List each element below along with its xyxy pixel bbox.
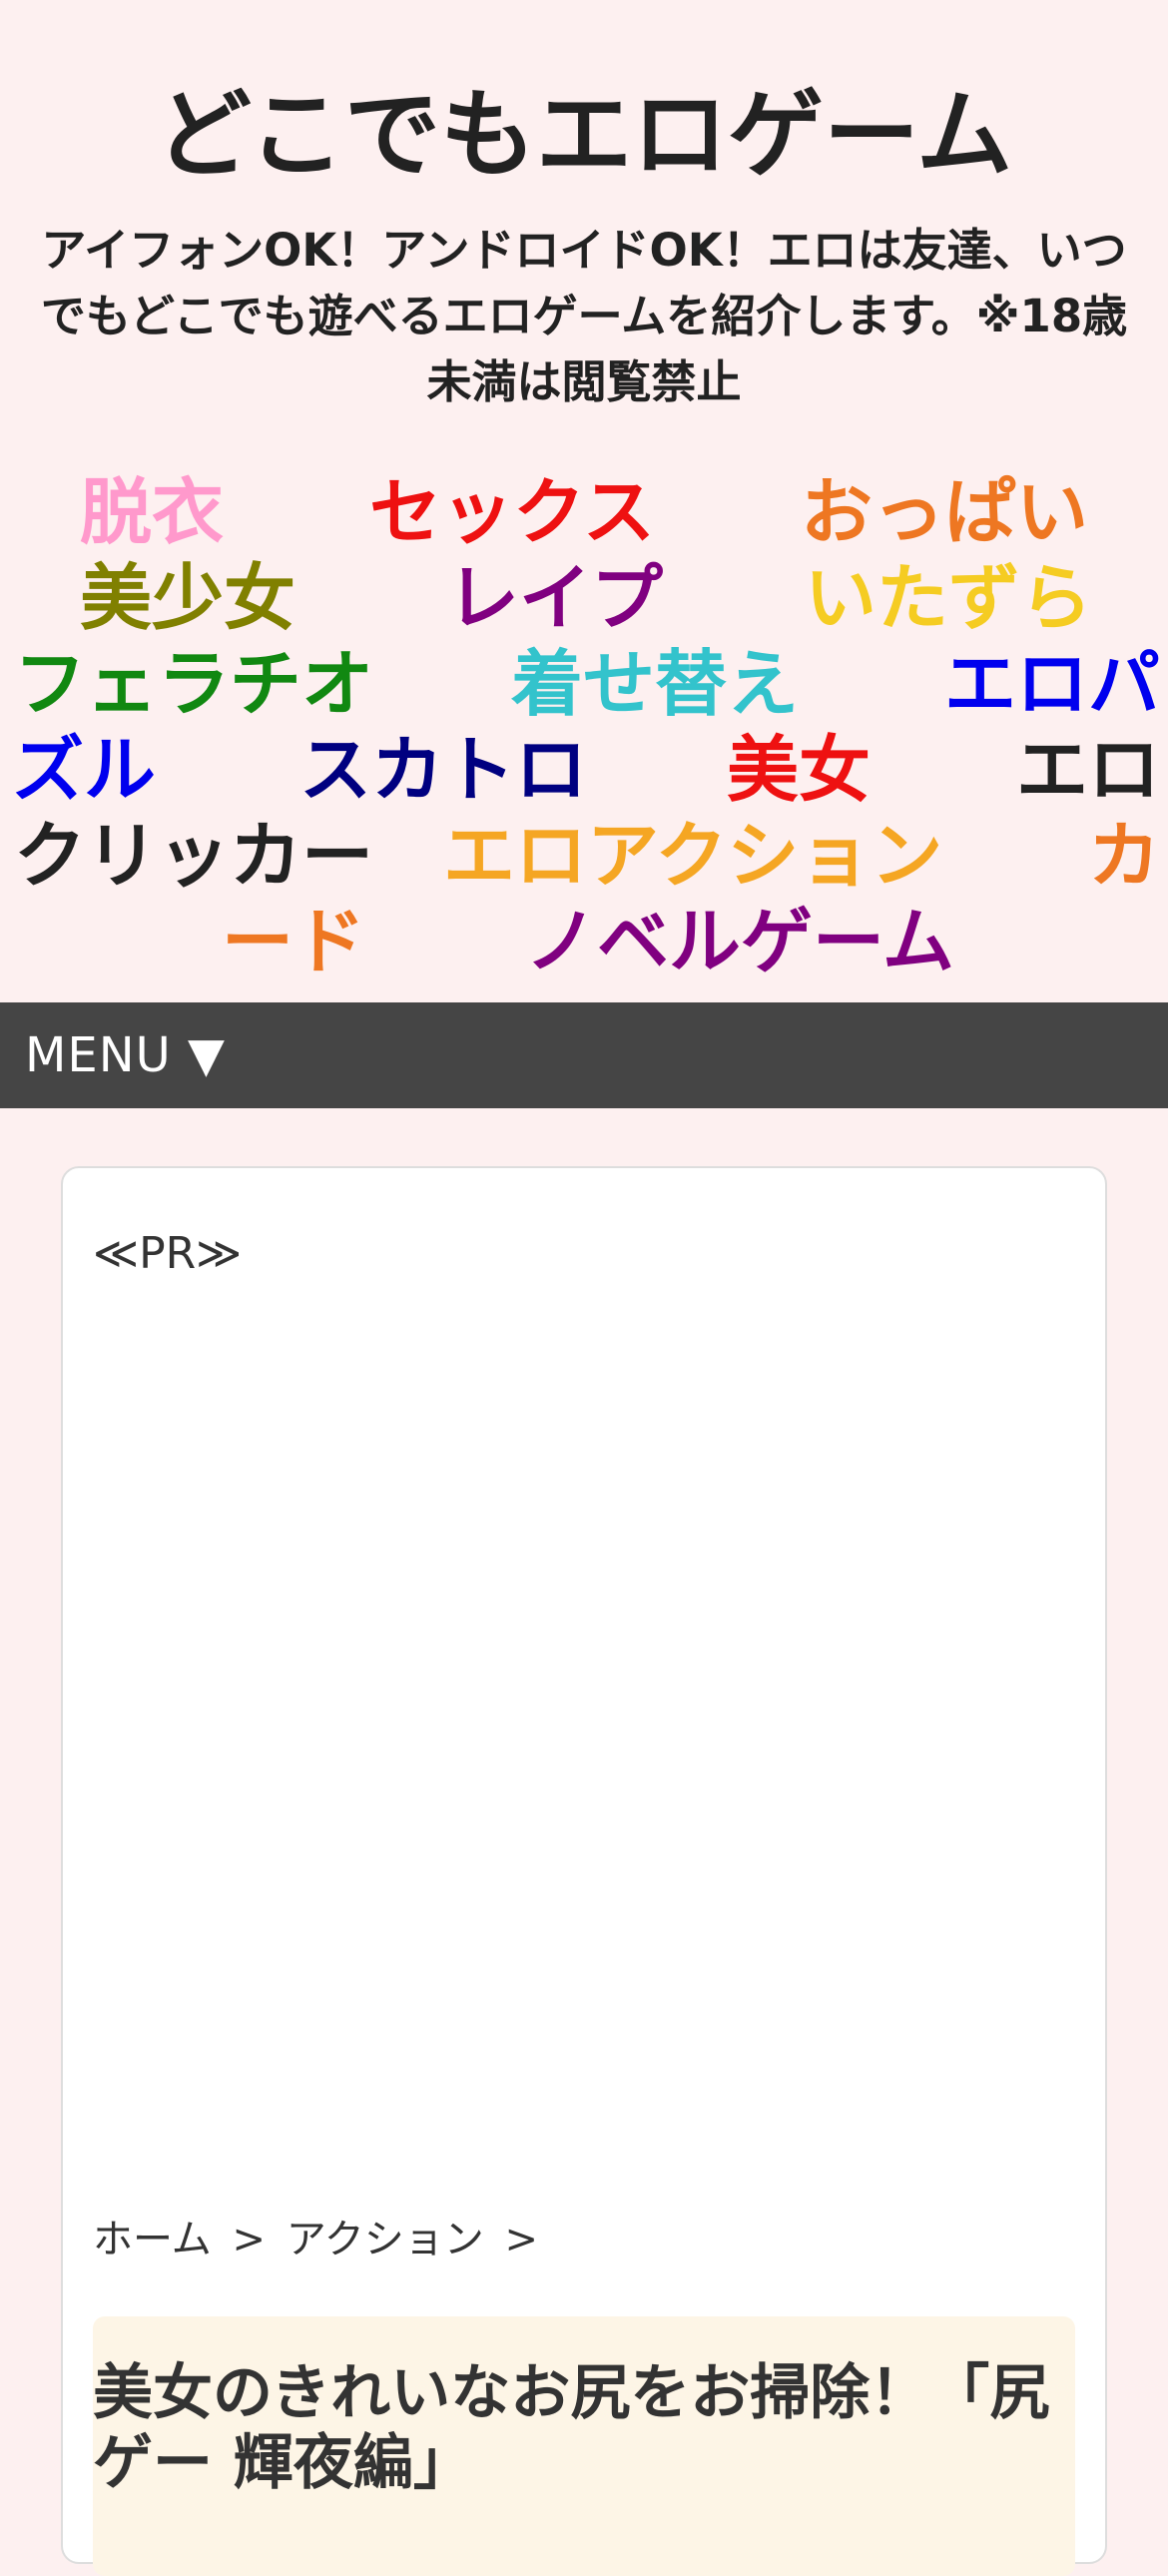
post-title-box: 美女のきれいなお尻をお掃除！「尻 ゲー 輝夜編」 bbox=[93, 2316, 1075, 2576]
tag-link[interactable]: ズル bbox=[12, 727, 156, 813]
tag-link[interactable]: クリッカー bbox=[14, 813, 373, 899]
tag-link[interactable]: エロ bbox=[1016, 727, 1160, 813]
post-title-line: 美女のきれいなお尻をお掃除！「尻 bbox=[93, 2358, 1050, 2428]
site-description-line: 未満は閲覧禁止 bbox=[426, 355, 742, 408]
post-title-line: ゲー 輝夜編」 bbox=[93, 2428, 473, 2498]
tag-link[interactable]: 美少女 bbox=[80, 555, 295, 641]
tag-link[interactable]: 美女 bbox=[727, 727, 871, 813]
site-description-line: アイフォンOK！アンドロイドOK！エロは友達、いつ bbox=[41, 224, 1127, 277]
tag-link[interactable]: フェラチオ bbox=[14, 641, 373, 727]
tag-link[interactable]: 脱衣 bbox=[80, 469, 224, 555]
tag-link[interactable]: ノベルゲーム bbox=[525, 899, 954, 984]
site-description-line: でもどこでも遊べるエロゲームを紹介します。※18歳 bbox=[40, 290, 1128, 342]
breadcrumb: ホーム > アクション > bbox=[93, 2207, 546, 2264]
tag-link[interactable]: セックス bbox=[369, 469, 655, 555]
tag-link[interactable]: ード bbox=[222, 899, 365, 984]
site-title[interactable]: どこでもエロゲーム bbox=[0, 70, 1168, 200]
site-description: アイフォンOK！アンドロイドOK！エロは友達、いつ でもどこでも遊べるエロゲーム… bbox=[0, 218, 1168, 415]
tag-link[interactable]: カ bbox=[1088, 813, 1160, 899]
tag-link[interactable]: 着せ替え bbox=[511, 641, 799, 727]
breadcrumb-separator: > bbox=[232, 2217, 267, 2262]
tag-link[interactable]: いたずら bbox=[805, 555, 1092, 641]
tag-link[interactable]: エロアクション bbox=[443, 813, 942, 899]
breadcrumb-separator: > bbox=[504, 2217, 538, 2262]
tag-link[interactable]: エロパ bbox=[944, 641, 1160, 727]
tag-link[interactable]: レイプ bbox=[447, 555, 663, 641]
menu-label: MENU ▼ bbox=[25, 1027, 226, 1083]
tag-link[interactable]: おっぱい bbox=[801, 469, 1088, 555]
tag-cloud: 脱衣 セックス おっぱい 美少女 レイプ いたずら フェラチオ 着せ替え エロパ… bbox=[0, 469, 1168, 998]
post-title: 美女のきれいなお尻をお掃除！「尻 ゲー 輝夜編」 bbox=[93, 2316, 1075, 2498]
ad-space bbox=[93, 1308, 1075, 2167]
breadcrumb-category-link[interactable]: アクション bbox=[287, 2217, 484, 2262]
tag-link[interactable]: スカトロ bbox=[299, 727, 587, 813]
pr-label: ≪PR≫ bbox=[93, 1228, 243, 1279]
menu-toggle[interactable]: MENU ▼ bbox=[0, 1002, 1168, 1108]
main-content-card: ≪PR≫ ホーム > アクション > 美女のきれいなお尻をお掃除！「尻 ゲー 輝… bbox=[61, 1166, 1107, 2576]
breadcrumb-home-link[interactable]: ホーム bbox=[93, 2217, 212, 2262]
